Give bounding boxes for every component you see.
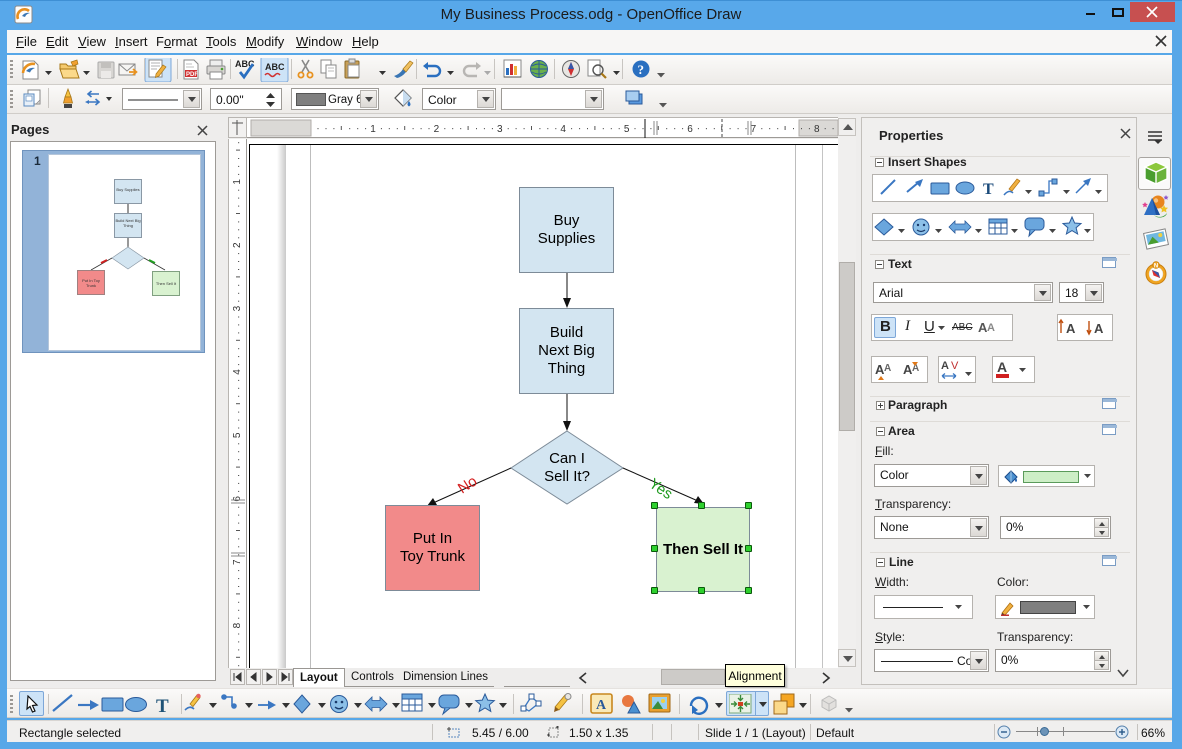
svg-text:2: 2 [434,124,440,135]
svg-text:PDF: PDF [186,72,198,78]
svg-text:5: 5 [624,124,630,135]
svg-text:Yes: Yes [646,475,676,503]
svg-text:N: N [1154,264,1158,270]
svg-text:1: 1 [232,179,243,185]
svg-text:8: 8 [232,622,243,628]
svg-text:2: 2 [232,242,243,248]
svg-text:A: A [941,360,949,372]
svg-text:7: 7 [751,124,757,135]
svg-text:3: 3 [497,124,503,135]
svg-text:8: 8 [814,124,820,135]
svg-text:T: T [983,181,994,198]
svg-text:4: 4 [560,124,566,135]
svg-text:1: 1 [370,124,376,135]
svg-text:A: A [1066,321,1076,336]
svg-text:3: 3 [232,305,243,311]
svg-text:6: 6 [687,124,693,135]
svg-text:5: 5 [232,432,243,438]
svg-text:?: ? [638,62,645,77]
svg-text:4: 4 [232,369,243,375]
svg-text:6: 6 [232,496,243,502]
svg-text:V: V [951,360,959,372]
svg-text:A: A [884,363,891,374]
svg-text:A: A [997,359,1007,375]
svg-text:A: A [596,698,607,713]
svg-text:Sell It?: Sell It? [544,468,590,485]
svg-text:A: A [1094,321,1104,336]
svg-text:Can I: Can I [549,450,585,467]
svg-text:No: No [455,473,480,498]
svg-text:ABC: ABC [265,62,285,72]
svg-text:T: T [156,696,169,717]
svg-text:7: 7 [232,559,243,565]
